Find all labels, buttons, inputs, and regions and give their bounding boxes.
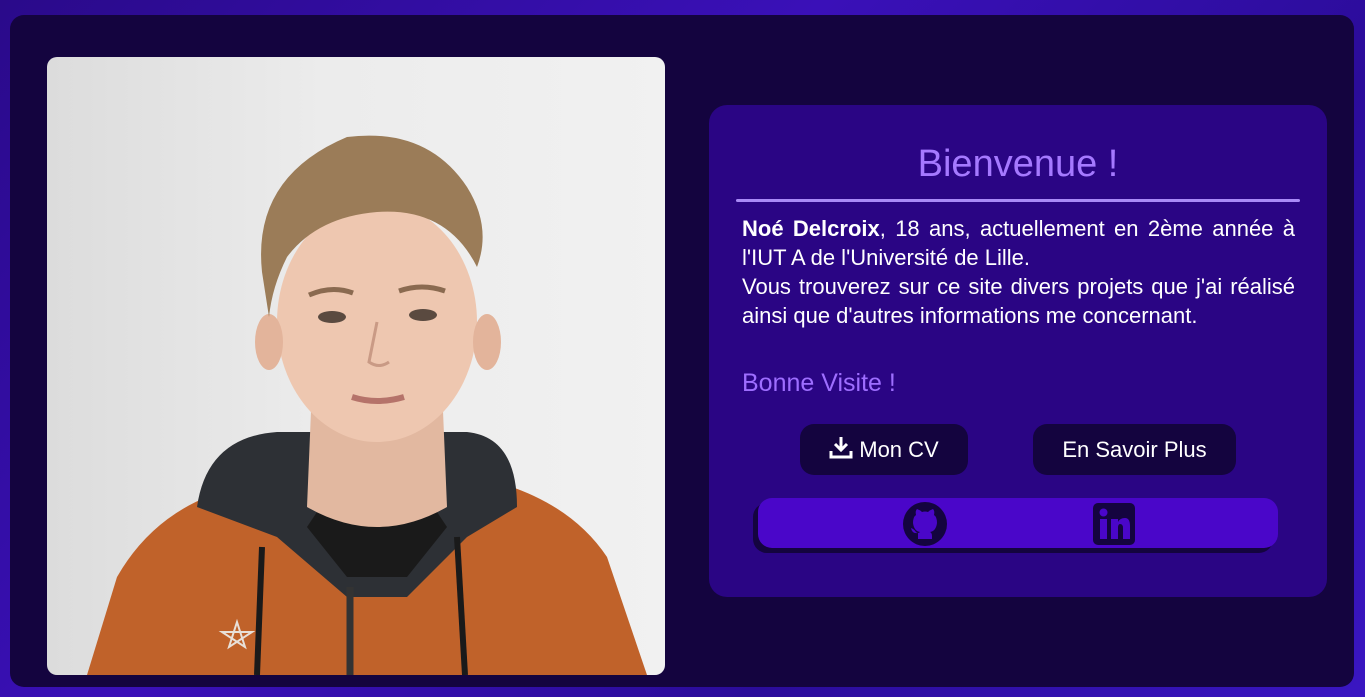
- profile-photo: [47, 57, 665, 675]
- github-icon[interactable]: [902, 501, 948, 547]
- welcome-card: Bienvenue ! Noé Delcroix, 18 ans, actuel…: [709, 105, 1327, 597]
- title-divider: [736, 199, 1300, 202]
- person-name: Noé Delcroix: [742, 216, 880, 241]
- welcome-title: Bienvenue !: [917, 143, 1119, 185]
- download-cv-button[interactable]: Mon CV: [800, 424, 968, 475]
- cv-button-label: Mon CV: [859, 436, 939, 462]
- bio-text: Noé Delcroix, 18 ans, actuellement en 2è…: [742, 214, 1295, 330]
- linkedin-icon[interactable]: [1091, 501, 1137, 547]
- greeting-text: Bonne Visite !: [742, 369, 896, 397]
- bio-projects: Vous trouverez sur ce site divers projet…: [742, 274, 1295, 328]
- learn-more-button[interactable]: En Savoir Plus: [1033, 424, 1236, 475]
- main-card: Bienvenue ! Noé Delcroix, 18 ans, actuel…: [10, 15, 1354, 687]
- learn-more-label: En Savoir Plus: [1062, 436, 1207, 462]
- social-links-bar: [758, 498, 1278, 548]
- download-icon: [829, 435, 853, 465]
